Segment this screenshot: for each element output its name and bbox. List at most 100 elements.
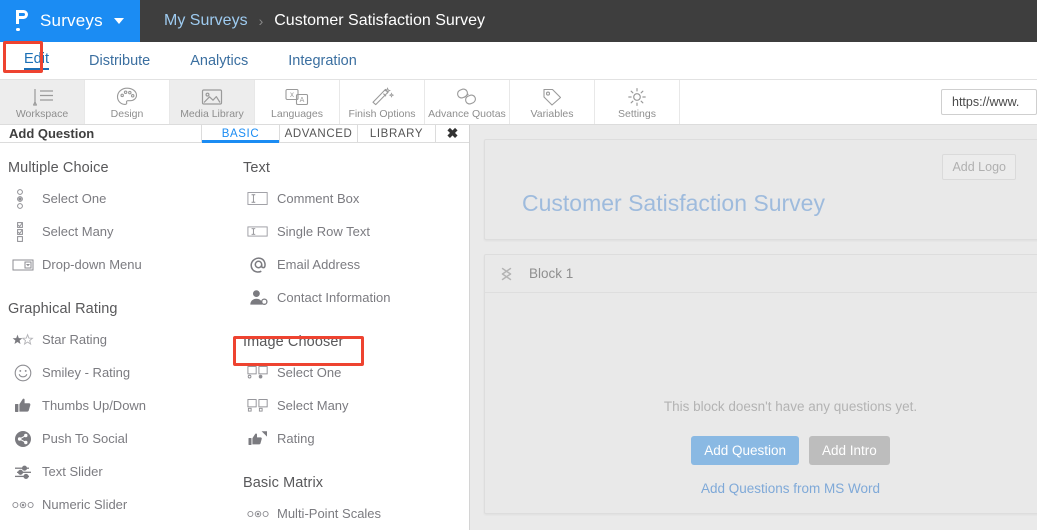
toolbar-variables-label: Variables [531, 109, 574, 120]
toolbar-settings-label: Settings [618, 109, 656, 120]
add-question-panel-title: Add Question [0, 125, 202, 142]
smiley-icon [12, 364, 34, 382]
question-type-lists: Multiple Choice Select One [0, 143, 469, 530]
question-type-select-one-label: Select One [42, 191, 106, 206]
question-type-select-one[interactable]: Select One [8, 182, 235, 215]
add-intro-button[interactable]: Add Intro [809, 436, 890, 465]
question-tab-basic[interactable]: BASIC [202, 125, 280, 142]
question-type-single-row-text[interactable]: Single Row Text [243, 215, 470, 248]
toolbar-variables-button[interactable]: Variables [510, 80, 595, 124]
survey-url-field[interactable]: https://www. [941, 89, 1037, 115]
group-title-image-chooser: Image Chooser [243, 334, 470, 350]
question-type-email-address[interactable]: Email Address [243, 248, 470, 281]
toolbar-finish-options-label: Finish Options [348, 109, 415, 120]
palette-icon [116, 86, 138, 108]
question-type-star-rating[interactable]: Star Rating [8, 323, 235, 356]
question-tab-library[interactable]: LIBRARY [358, 125, 436, 142]
add-logo-button[interactable]: Add Logo [942, 154, 1016, 180]
add-question-button[interactable]: Add Question [691, 436, 799, 465]
question-type-numeric-slider-label: Numeric Slider [42, 497, 127, 512]
question-type-thumbs-up-down[interactable]: Thumbs Up/Down [8, 389, 235, 422]
question-type-select-many-label: Select Many [42, 224, 114, 239]
question-type-email-address-label: Email Address [277, 257, 360, 272]
nav-tab-edit[interactable]: Edit [4, 42, 69, 79]
question-type-image-select-one[interactable]: Select One [243, 356, 470, 389]
checkbox-list-icon [12, 221, 34, 243]
toolbar-workspace-button[interactable]: Workspace [0, 80, 85, 124]
question-type-contact-information[interactable]: Contact Information [243, 281, 470, 314]
toolbar-advance-quotas-label: Advance Quotas [428, 109, 506, 120]
question-type-drop-down-menu-label: Drop-down Menu [42, 257, 142, 272]
collapse-icon[interactable] [499, 266, 513, 282]
breadcrumb: My Surveys › Customer Satisfaction Surve… [140, 0, 1037, 42]
question-type-select-many[interactable]: Select Many [8, 215, 235, 248]
toolbar-media-library-button[interactable]: Media Library [170, 80, 255, 124]
caret-down-icon[interactable] [114, 18, 124, 24]
svg-text:x: x [290, 90, 294, 99]
toolbar-media-library-label: Media Library [180, 109, 244, 120]
survey-header-card: Add Logo Customer Satisfaction Survey [484, 139, 1037, 240]
pencil-lines-icon [29, 86, 55, 108]
nav-tab-integration-label: Integration [288, 53, 357, 69]
add-question-panel: Add Question BASIC ADVANCED LIBRARY ✖ Mu… [0, 125, 470, 530]
nav-tab-integration[interactable]: Integration [268, 42, 377, 79]
image-radio-icon [247, 365, 269, 380]
main-nav: Edit Distribute Analytics Integration [0, 42, 1037, 80]
body-split: Add Question BASIC ADVANCED LIBRARY ✖ Mu… [0, 125, 1037, 530]
question-type-image-select-many[interactable]: Select Many [243, 389, 470, 422]
question-type-multi-point-scales[interactable]: Multi-Point Scales [243, 497, 470, 530]
question-type-push-to-social-label: Push To Social [42, 431, 128, 446]
block-name[interactable]: Block 1 [529, 266, 573, 281]
toolbar-languages-button[interactable]: x A Languages [255, 80, 340, 124]
question-type-push-to-social[interactable]: Push To Social [8, 422, 235, 455]
question-type-single-row-text-label: Single Row Text [277, 224, 370, 239]
nav-tab-distribute-label: Distribute [89, 53, 150, 69]
question-type-thumbs-up-down-label: Thumbs Up/Down [42, 398, 146, 413]
survey-title[interactable]: Customer Satisfaction Survey [522, 190, 825, 217]
image-checkbox-icon [247, 398, 269, 413]
toolbar-advance-quotas-button[interactable]: Advance Quotas [425, 80, 510, 124]
nav-tab-distribute[interactable]: Distribute [69, 42, 170, 79]
close-icon[interactable]: ✖ [436, 125, 469, 142]
question-column-left: Multiple Choice Select One [0, 153, 235, 530]
toolbar-finish-options-button[interactable]: Finish Options [340, 80, 425, 124]
dropdown-icon [12, 258, 34, 272]
question-type-comment-box[interactable]: Comment Box [243, 182, 470, 215]
comment-box-icon [247, 191, 269, 206]
breadcrumb-my-surveys[interactable]: My Surveys [164, 12, 248, 30]
image-thumbs-icon [247, 430, 269, 447]
radio-list-icon [12, 188, 34, 210]
toolbar-design-button[interactable]: Design [85, 80, 170, 124]
group-title-multiple-choice: Multiple Choice [8, 160, 235, 176]
add-question-panel-header: Add Question BASIC ADVANCED LIBRARY ✖ [0, 125, 469, 143]
contact-person-icon [247, 289, 269, 306]
block-header: Block 1 [485, 255, 1037, 293]
chain-link-icon [455, 86, 479, 108]
nav-tab-edit-label: Edit [24, 51, 49, 70]
block-body: This block doesn't have any questions ye… [485, 293, 1037, 513]
nav-tab-analytics-label: Analytics [190, 53, 248, 69]
question-type-image-rating-label: Rating [277, 431, 315, 446]
add-questions-from-ms-word-link[interactable]: Add Questions from MS Word [485, 481, 1037, 496]
single-row-text-icon [247, 225, 269, 238]
group-title-basic-matrix: Basic Matrix [243, 475, 470, 491]
question-type-smiley-rating[interactable]: Smiley - Rating [8, 356, 235, 389]
question-type-drop-down-menu[interactable]: Drop-down Menu [8, 248, 235, 281]
toolbar-settings-button[interactable]: Settings [595, 80, 680, 124]
survey-preview: Add Logo Customer Satisfaction Survey Bl… [470, 125, 1037, 530]
magic-wand-icon [370, 86, 394, 108]
brand-surveys-button[interactable]: Surveys [0, 0, 140, 42]
question-type-numeric-slider[interactable]: Numeric Slider [8, 488, 235, 521]
toolbar-spacer [680, 80, 941, 124]
question-tab-advanced[interactable]: ADVANCED [280, 125, 358, 142]
question-tab-basic-label: BASIC [222, 128, 260, 140]
nav-tab-analytics[interactable]: Analytics [170, 42, 268, 79]
block-empty-message: This block doesn't have any questions ye… [485, 399, 1037, 414]
toolbar-design-label: Design [111, 109, 144, 120]
brand-label: Surveys [40, 11, 103, 31]
toolbar-languages-label: Languages [271, 109, 323, 120]
question-type-image-rating[interactable]: Rating [243, 422, 470, 455]
star-rating-icon [12, 333, 34, 347]
question-type-text-slider[interactable]: Text Slider [8, 455, 235, 488]
question-type-image-select-many-label: Select Many [277, 398, 349, 413]
